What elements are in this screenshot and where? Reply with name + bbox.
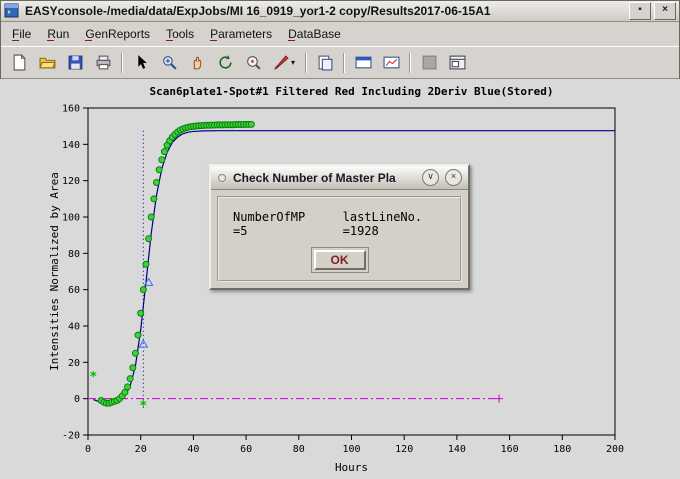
- svg-text:200: 200: [606, 444, 624, 455]
- menu-file[interactable]: File: [4, 24, 39, 44]
- svg-text:140: 140: [62, 140, 80, 151]
- svg-text:0: 0: [85, 444, 91, 455]
- svg-text:60: 60: [240, 444, 252, 455]
- menu-run[interactable]: Run: [39, 24, 77, 44]
- axes-properties-icon[interactable]: [377, 49, 405, 77]
- pan-hand-icon[interactable]: [183, 49, 211, 77]
- svg-text:120: 120: [395, 444, 413, 455]
- close-button[interactable]: ×: [654, 2, 676, 20]
- dialog-body: NumberOfMP =5 lastLineNo. =1928 OK: [217, 196, 462, 282]
- menu-bar: File Run GenReports Tools Parameters Dat…: [0, 22, 680, 46]
- toolbar-separator: [305, 53, 307, 73]
- svg-text:80: 80: [68, 249, 80, 260]
- check-number-dialog: Check Number of Master Pla ∨ × NumberOfM…: [209, 164, 470, 290]
- window-title: EASYconsole-/media/data/ExpJobs/MI 16_09…: [25, 4, 626, 18]
- minimize-button[interactable]: ▪: [629, 2, 651, 20]
- svg-text:Intensities Normalized by Area: Intensities Normalized by Area: [48, 172, 61, 371]
- svg-text:*: *: [89, 370, 97, 385]
- dialog-info-row: NumberOfMP =5 lastLineNo. =1928: [227, 210, 452, 238]
- menu-database[interactable]: DataBase: [280, 24, 349, 44]
- dialog-titlebar[interactable]: Check Number of Master Pla ∨ ×: [211, 166, 468, 190]
- toolbar-separator: [121, 53, 123, 73]
- svg-text:60: 60: [68, 285, 80, 296]
- svg-text:100: 100: [62, 213, 80, 224]
- pointer-icon[interactable]: [127, 49, 155, 77]
- svg-text:100: 100: [342, 444, 360, 455]
- app-icon: [4, 3, 19, 18]
- svg-text:*: *: [139, 399, 147, 414]
- dialog-collapse-button[interactable]: ∨: [422, 169, 439, 186]
- window-layout-icon[interactable]: [443, 49, 471, 77]
- placeholder-square-icon[interactable]: [415, 49, 443, 77]
- copy-clipboard-icon[interactable]: [311, 49, 339, 77]
- svg-text:Hours: Hours: [335, 461, 368, 474]
- svg-text:40: 40: [68, 322, 80, 333]
- rotate-icon[interactable]: [211, 49, 239, 77]
- menu-tools[interactable]: Tools: [158, 24, 202, 44]
- dropdown-caret-icon: ▾: [291, 58, 295, 67]
- toolbar-separator: [343, 53, 345, 73]
- save-icon[interactable]: [61, 49, 89, 77]
- toolbar-separator: [409, 53, 411, 73]
- svg-text:140: 140: [448, 444, 466, 455]
- dialog-icon: [217, 173, 227, 183]
- svg-text:80: 80: [293, 444, 305, 455]
- open-file-icon[interactable]: [33, 49, 61, 77]
- toolbar: ▾: [0, 46, 680, 79]
- paint-brush-icon[interactable]: ▾: [267, 49, 301, 77]
- svg-text:160: 160: [62, 104, 80, 115]
- svg-text:160: 160: [501, 444, 519, 455]
- datatip-icon[interactable]: [239, 49, 267, 77]
- dialog-title: Check Number of Master Pla: [233, 171, 416, 185]
- print-icon[interactable]: [89, 49, 117, 77]
- window-titlebar[interactable]: EASYconsole-/media/data/ExpJobs/MI 16_09…: [0, 0, 680, 22]
- numberofmp-value: NumberOfMP =5: [233, 210, 317, 238]
- svg-text:120: 120: [62, 176, 80, 187]
- svg-text:20: 20: [135, 444, 147, 455]
- menu-genreports[interactable]: GenReports: [77, 24, 158, 44]
- menu-parameters[interactable]: Parameters: [202, 24, 280, 44]
- svg-text:40: 40: [187, 444, 199, 455]
- figure-properties-icon[interactable]: [349, 49, 377, 77]
- app-window: EASYconsole-/media/data/ExpJobs/MI 16_09…: [0, 0, 680, 479]
- new-file-icon[interactable]: [5, 49, 33, 77]
- dialog-close-button[interactable]: ×: [445, 169, 462, 186]
- zoom-in-icon[interactable]: [155, 49, 183, 77]
- ok-button[interactable]: OK: [314, 250, 366, 270]
- svg-text:180: 180: [553, 444, 571, 455]
- svg-text:0: 0: [74, 394, 80, 405]
- svg-text:-20: -20: [62, 431, 80, 442]
- svg-text:Scan6plate1-Spot#1 Filtered Re: Scan6plate1-Spot#1 Filtered Red Includin…: [150, 85, 554, 98]
- svg-text:20: 20: [68, 358, 80, 369]
- lastlineno-value: lastLineNo. =1928: [343, 210, 452, 238]
